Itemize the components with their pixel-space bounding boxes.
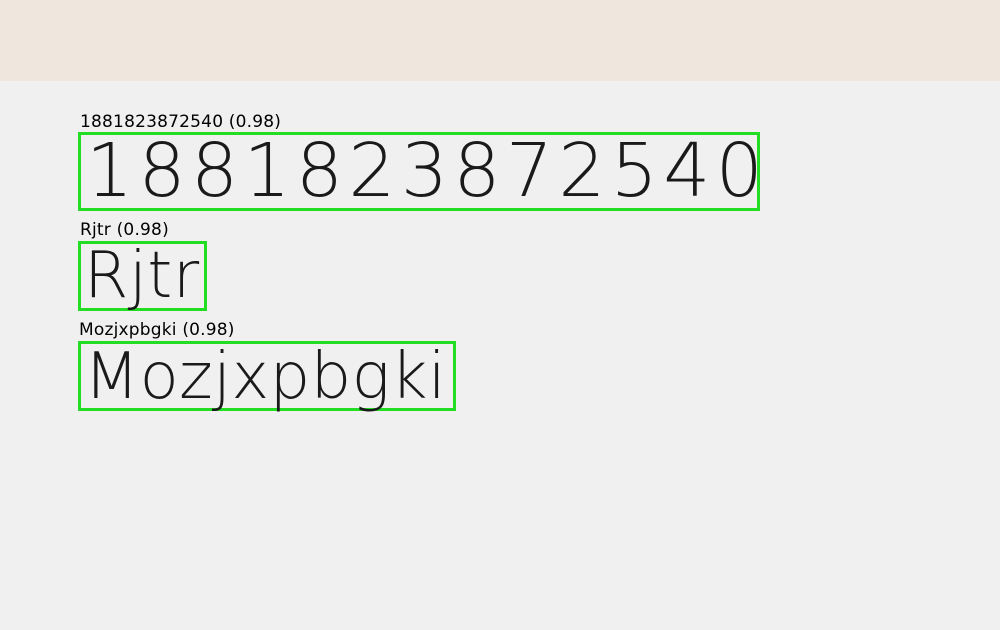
detected-text: 1881823872540 [86, 128, 769, 214]
detection-label: Rjtr (0.98) [80, 220, 169, 240]
detected-text: Rjtr [84, 239, 200, 313]
detected-text: Mozjxpbgki [84, 340, 447, 414]
detection-label: Mozjxpbgki (0.98) [79, 320, 235, 340]
top-band [0, 0, 1000, 81]
